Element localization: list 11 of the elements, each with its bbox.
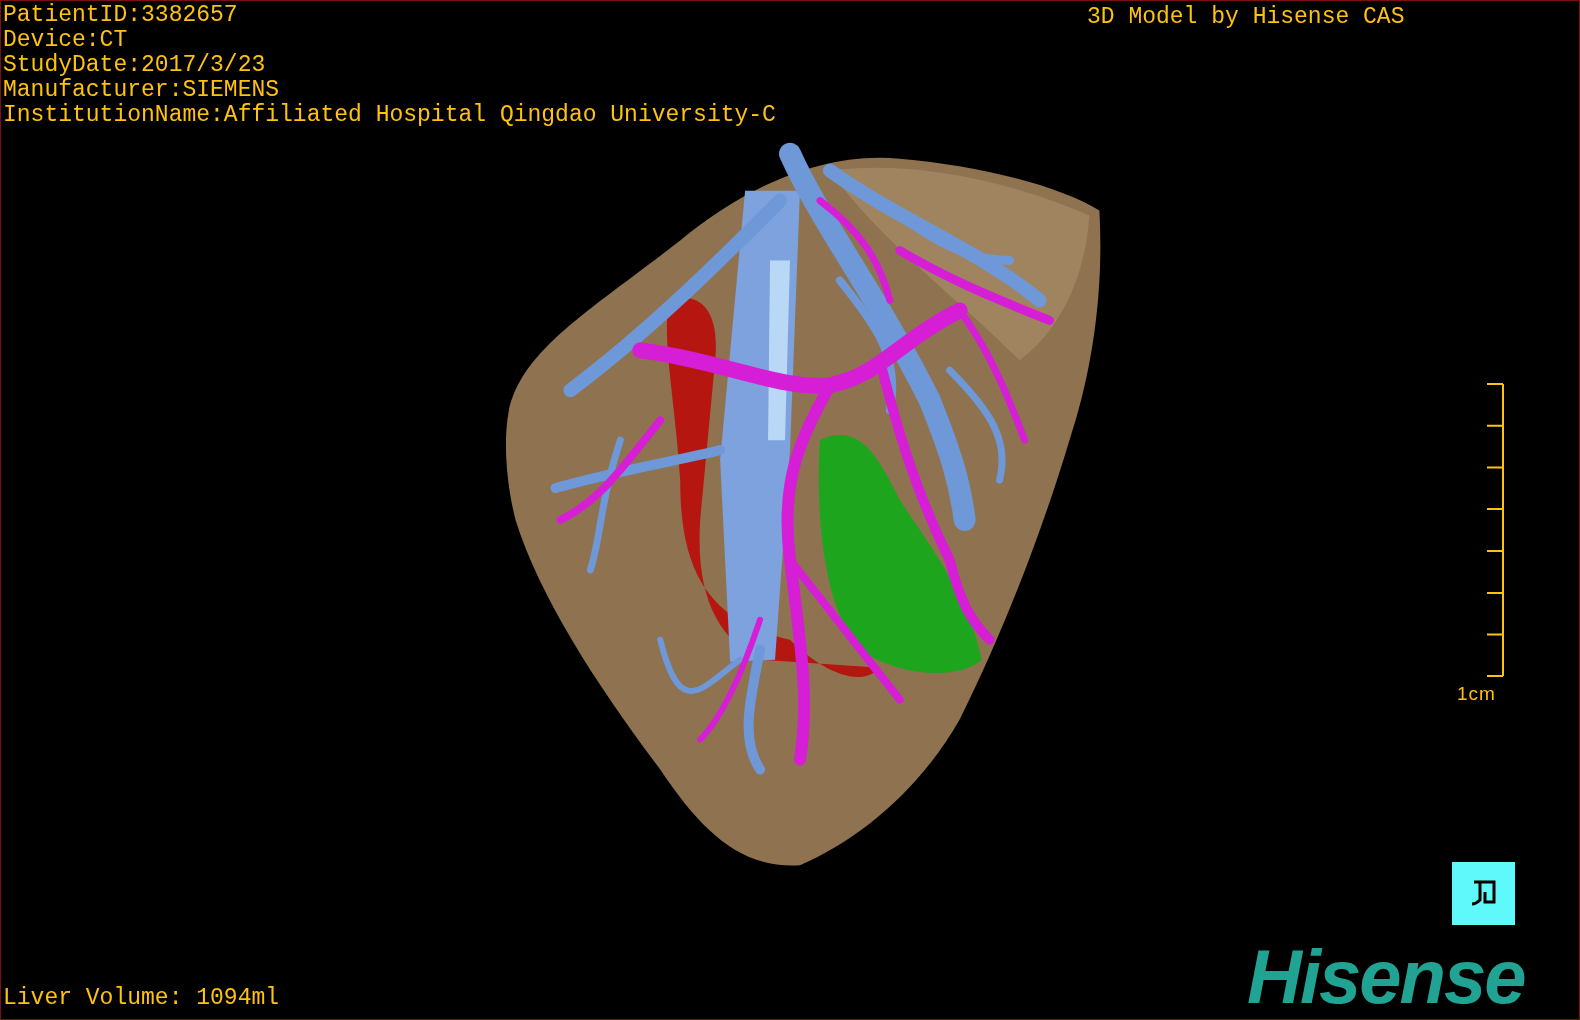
scale-bar-icon (1485, 383, 1505, 677)
scale-label: 1cm (1457, 682, 1496, 706)
study-info-line: Device:CT (3, 28, 129, 53)
brand-logo: Hisense (1247, 939, 1525, 1015)
model-credit-label: 3D Model by Hisense CAS (1087, 5, 1405, 30)
study-info-line: Manufacturer:SIEMENS (3, 78, 281, 103)
study-info-line: PatientID:3382657 (3, 3, 239, 28)
study-info-line: InstitutionName:Affiliated Hospital Qingdao University-C (3, 103, 776, 128)
ruler-tool-button[interactable] (1452, 862, 1515, 925)
liver-volume-label: Liver Volume: 1094ml (3, 986, 280, 1011)
study-info-line: StudyDate:2017/3/23 (3, 53, 267, 78)
